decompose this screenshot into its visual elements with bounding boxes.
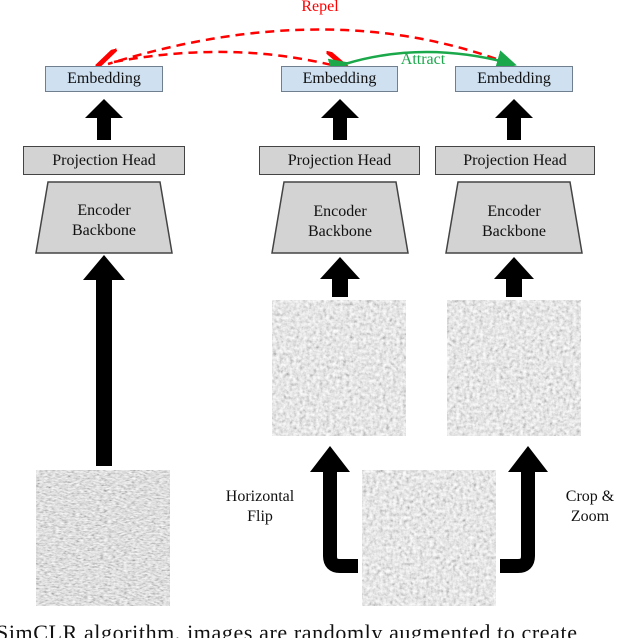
encoder-label-l2: Backbone xyxy=(482,223,546,240)
augmented-image-flip xyxy=(272,300,406,436)
crop-arrow-head xyxy=(508,446,548,472)
encoder-label-l2: Backbone xyxy=(308,223,372,240)
projection-head-mid: Projection Head xyxy=(259,146,420,175)
attract-label: Attract xyxy=(400,51,446,68)
encoder-label-l1: Encoder xyxy=(313,203,367,220)
encoder-label-l1: Encoder xyxy=(77,202,131,219)
flip-label-l1: Horizontal xyxy=(225,488,295,505)
embedding-box-view1: Embedding xyxy=(281,66,398,92)
flip-arrow xyxy=(323,470,358,573)
embedding-box-view2: Embedding xyxy=(455,66,573,92)
crop-label-l1: Crop & xyxy=(565,488,615,505)
repel-arrow-inner xyxy=(113,50,336,66)
flip-label-l2: Flip xyxy=(247,508,273,525)
simclr-diagram: Repel Attract Embedding Embedding Embedd… xyxy=(0,0,640,638)
crop-arrow xyxy=(500,470,535,573)
encoder-label-l2: Backbone xyxy=(72,222,136,239)
projection-head-right: Projection Head xyxy=(435,146,595,175)
encoder-label-l1: Encoder xyxy=(487,203,541,220)
flip-arrow-head xyxy=(310,446,350,472)
original-image xyxy=(362,470,496,606)
augmented-image-crop xyxy=(447,300,581,436)
crop-label-l2: Zoom xyxy=(570,508,610,525)
figure-caption: SimCLR algorithm, images are randomly au… xyxy=(0,620,578,638)
repel-label: Repel xyxy=(301,0,339,15)
negative-image xyxy=(36,470,170,606)
diagram-shapes xyxy=(35,28,583,606)
embedding-box-negative: Embedding xyxy=(45,66,163,92)
projection-head-left: Projection Head xyxy=(23,146,185,175)
